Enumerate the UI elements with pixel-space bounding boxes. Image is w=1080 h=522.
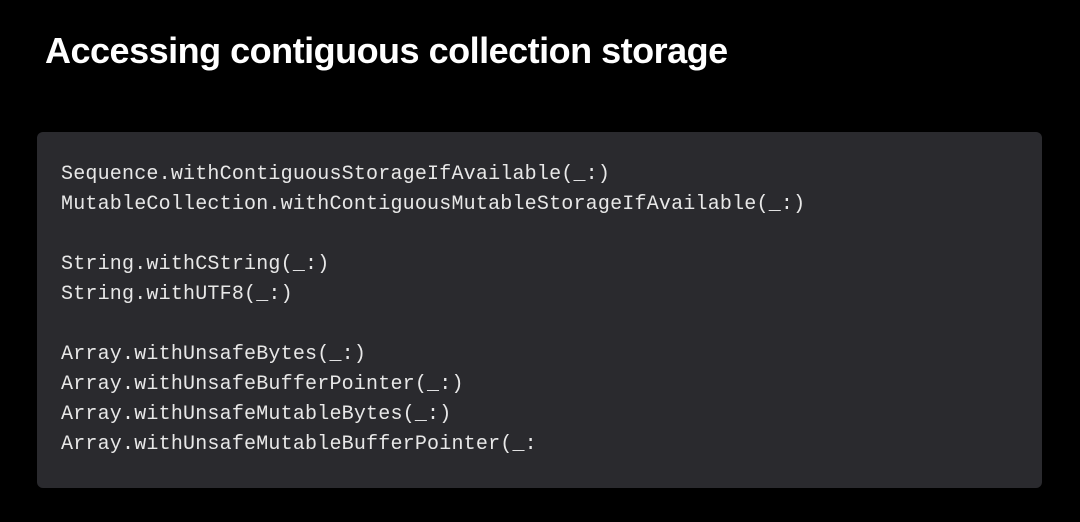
code-line: String.withCString(_:) (61, 250, 1018, 280)
code-line: Array.withUnsafeMutableBytes(_:) (61, 400, 1018, 430)
slide: Accessing contiguous collection storage … (0, 0, 1080, 522)
code-block: Sequence.withContiguousStorageIfAvailabl… (37, 132, 1042, 488)
code-group-sequence: Sequence.withContiguousStorageIfAvailabl… (61, 160, 1018, 220)
code-line: Array.withUnsafeMutableBufferPointer(_: (61, 430, 1018, 460)
code-group-array: Array.withUnsafeBytes(_:) Array.withUnsa… (61, 340, 1018, 460)
slide-title: Accessing contiguous collection storage (45, 30, 1035, 72)
code-group-string: String.withCString(_:) String.withUTF8(_… (61, 250, 1018, 310)
code-line: Array.withUnsafeBytes(_:) (61, 340, 1018, 370)
code-line: Sequence.withContiguousStorageIfAvailabl… (61, 160, 1018, 190)
code-line: String.withUTF8(_:) (61, 280, 1018, 310)
code-line: MutableCollection.withContiguousMutableS… (61, 190, 1018, 220)
code-line: Array.withUnsafeBufferPointer(_:) (61, 370, 1018, 400)
